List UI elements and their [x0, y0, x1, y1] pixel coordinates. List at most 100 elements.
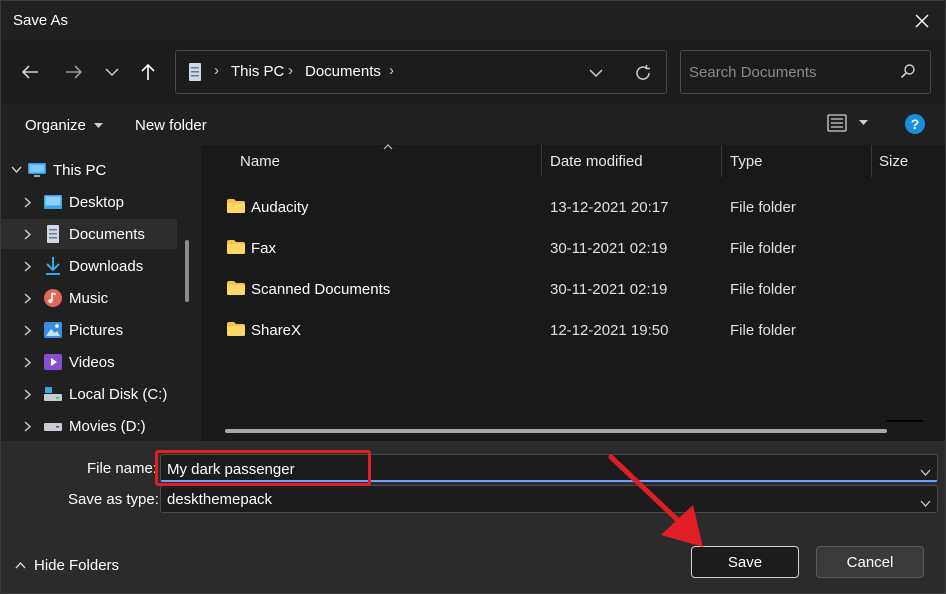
sidebar-item-label: This PC — [53, 161, 107, 179]
sidebar-item-music[interactable]: Music — [1, 283, 177, 313]
folder-icon — [227, 240, 245, 257]
file-type: File folder — [730, 199, 796, 216]
close-icon — [915, 14, 929, 28]
title-bar: Save As — [1, 1, 945, 41]
column-divider[interactable] — [721, 145, 722, 177]
address-bar[interactable]: › This PC › Documents › — [175, 50, 667, 94]
chevron-down-icon[interactable] — [920, 494, 931, 510]
computer-icon — [27, 160, 47, 180]
column-header-date-modified[interactable]: Date modified — [550, 153, 643, 170]
file-date: 30-11-2021 02:19 — [550, 281, 668, 298]
recent-locations-button[interactable] — [98, 58, 126, 86]
search-icon — [900, 63, 916, 82]
save-options-panel: File name: Save as type: deskthemepack H… — [1, 441, 945, 593]
arrow-up-icon — [141, 63, 155, 80]
file-date: 13-12-2021 20:17 — [550, 199, 669, 216]
navigation-pane: This PC Desktop Documents Downloads Musi… — [1, 145, 193, 441]
chevron-right-icon[interactable] — [21, 291, 35, 305]
sidebar-item-label: Music — [69, 289, 109, 307]
sidebar-item-label: Downloads — [69, 257, 144, 275]
close-button[interactable] — [907, 7, 937, 35]
arrow-right-icon — [66, 65, 83, 79]
chevron-down-icon[interactable] — [9, 163, 23, 177]
sidebar-item-documents[interactable]: Documents — [1, 219, 177, 249]
back-button[interactable] — [16, 58, 44, 86]
sidebar-item-label: Local Disk (C:) — [69, 385, 168, 403]
folder-icon — [227, 199, 245, 216]
sidebar-item-label: Desktop — [69, 193, 125, 211]
window-title: Save As — [13, 12, 69, 29]
chevron-right-icon[interactable] — [21, 419, 35, 433]
horizontal-scrollbar[interactable] — [225, 429, 887, 433]
file-type: File folder — [730, 240, 796, 257]
sidebar-item-label: Documents — [69, 225, 145, 243]
sidebar-item-downloads[interactable]: Downloads — [1, 251, 177, 281]
sort-ascending-icon — [383, 144, 393, 150]
column-divider[interactable] — [541, 145, 542, 177]
chevron-down-icon[interactable] — [920, 463, 931, 479]
documents-icon — [43, 224, 63, 244]
file-row[interactable]: Scanned Documents 30-11-2021 02:19 File … — [201, 269, 945, 309]
breadcrumb-this-pc[interactable]: This PC — [231, 63, 284, 80]
save-as-type-select[interactable]: deskthemepack — [160, 485, 938, 513]
folder-icon — [227, 322, 245, 339]
save-as-dialog: Save As › This PC › Documents › Search D… — [0, 0, 946, 594]
column-divider[interactable] — [871, 145, 872, 177]
drive-icon — [43, 416, 63, 436]
organize-menu[interactable]: Organize — [25, 117, 104, 134]
column-header-name[interactable]: Name — [240, 153, 280, 170]
chevron-down-icon — [589, 69, 603, 78]
organize-label: Organize — [25, 117, 86, 134]
hide-folders-label: Hide Folders — [34, 557, 120, 574]
music-icon — [43, 288, 63, 308]
sidebar-item-pictures[interactable]: Pictures — [1, 315, 177, 345]
sidebar-item-label: Movies (D:) — [69, 417, 146, 435]
file-name: Audacity — [251, 199, 309, 216]
details-view-icon — [827, 114, 847, 132]
sidebar-scrollbar[interactable] — [185, 240, 189, 302]
column-header-size[interactable]: Size — [879, 153, 908, 170]
chevron-right-icon[interactable] — [21, 355, 35, 369]
forward-button[interactable] — [60, 58, 88, 86]
cancel-button[interactable]: Cancel — [816, 546, 924, 578]
chevron-right-icon[interactable] — [21, 195, 35, 209]
scrollbar-corner — [887, 420, 923, 422]
drive-icon — [43, 384, 63, 404]
file-name: Scanned Documents — [251, 281, 391, 298]
chevron-right-icon[interactable] — [21, 227, 35, 241]
chevron-right-icon[interactable] — [21, 259, 35, 273]
breadcrumb-separator-icon[interactable]: › — [389, 62, 394, 79]
sidebar-item-movies-d[interactable]: Movies (D:) — [1, 411, 177, 441]
file-name-combo[interactable] — [160, 454, 938, 482]
change-view-button[interactable] — [827, 114, 868, 132]
sidebar-item-desktop[interactable]: Desktop — [1, 187, 177, 217]
sidebar-item-videos[interactable]: Videos — [1, 347, 177, 377]
sidebar-item-this-pc[interactable]: This PC — [1, 155, 177, 185]
chevron-right-icon[interactable] — [21, 323, 35, 337]
refresh-button[interactable] — [630, 61, 656, 85]
arrow-left-icon — [21, 65, 38, 79]
chevron-right-icon[interactable] — [21, 387, 35, 401]
file-name-input[interactable] — [167, 459, 867, 479]
file-row[interactable]: Fax 30-11-2021 02:19 File folder — [201, 228, 945, 268]
navigation-bar: › This PC › Documents › — [1, 41, 945, 103]
file-row[interactable]: Audacity 13-12-2021 20:17 File folder — [201, 187, 945, 227]
search-box[interactable] — [680, 50, 931, 94]
hide-folders-toggle[interactable]: Hide Folders — [15, 557, 119, 574]
file-name: Fax — [251, 240, 277, 257]
new-folder-button[interactable]: New folder — [135, 117, 207, 134]
breadcrumb-separator-icon[interactable]: › — [288, 62, 293, 79]
breadcrumb-documents[interactable]: Documents — [305, 63, 381, 80]
file-type: File folder — [730, 281, 796, 298]
file-list: Name Date modified Type Size Audacity 13… — [201, 144, 945, 441]
desktop-icon — [43, 192, 63, 212]
file-name: ShareX — [251, 322, 302, 339]
sidebar-item-local-disk-c[interactable]: Local Disk (C:) — [1, 379, 177, 409]
up-button[interactable] — [134, 58, 162, 86]
save-button[interactable]: Save — [691, 546, 799, 578]
column-header-type[interactable]: Type — [730, 153, 763, 170]
search-input[interactable] — [689, 61, 889, 83]
file-row[interactable]: ShareX 12-12-2021 19:50 File folder — [201, 310, 945, 350]
help-button[interactable]: ? — [905, 114, 925, 134]
address-history-button[interactable] — [584, 63, 608, 83]
